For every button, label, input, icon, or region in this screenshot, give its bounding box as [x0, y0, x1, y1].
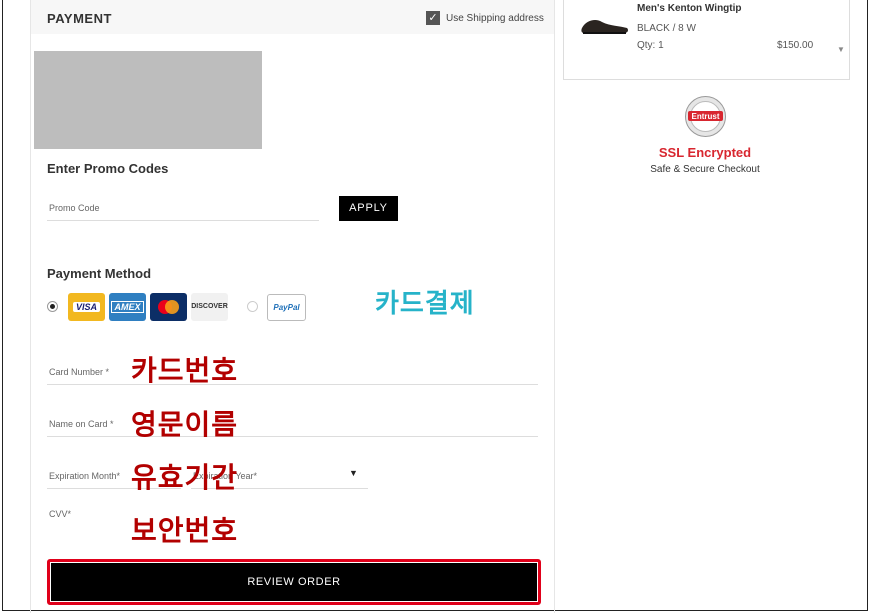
amex-label: AMEX	[111, 301, 144, 313]
card-number-field[interactable]: Card Number *	[47, 363, 538, 385]
use-shipping-label[interactable]: Use Shipping address	[446, 13, 544, 24]
payment-method-title: Payment Method	[47, 266, 152, 281]
payment-panel: PAYMENT ✓ Use Shipping address Enter Pro…	[30, 0, 555, 613]
visa-label: VISA	[72, 302, 100, 312]
name-on-card-label: Name on Card *	[49, 419, 114, 429]
entrust-seal-icon: Entrust	[685, 96, 726, 137]
english-name-annotation: 영문이름	[131, 408, 239, 441]
card-number-annotation: 카드번호	[131, 354, 239, 387]
discover-card-icon: DISCOVER	[191, 293, 228, 321]
promo-code-placeholder: Promo Code	[49, 203, 100, 213]
payment-title: PAYMENT	[47, 11, 112, 26]
review-order-button[interactable]: REVIEW ORDER	[51, 563, 537, 601]
scroll-down-icon[interactable]: ▼	[837, 45, 845, 54]
promo-title: Enter Promo Codes	[47, 161, 169, 176]
promo-code-input[interactable]: Promo Code	[47, 197, 319, 221]
visa-card-icon: VISA	[68, 293, 105, 321]
shoe-image	[581, 20, 628, 34]
seal-text: Entrust	[692, 112, 720, 121]
paypal-method-radio[interactable]	[247, 301, 258, 312]
card-payment-annotation: 카드결제	[375, 289, 475, 319]
product-qty: Qty: 1	[637, 40, 664, 51]
expiry-annotation: 유효기간	[131, 461, 239, 494]
card-method-radio[interactable]	[47, 301, 58, 312]
use-shipping-checkbox[interactable]: ✓	[426, 11, 440, 25]
paypal-label: PayPal	[273, 303, 300, 312]
amex-card-icon: AMEX	[109, 293, 146, 321]
card-number-label: Card Number *	[49, 367, 110, 377]
discover-label: DISCOVER	[191, 303, 228, 310]
order-summary-item: Men's Kenton Wingtip BLACK / 8 W Qty: 1 …	[563, 0, 850, 80]
mastercard-icon	[150, 293, 187, 321]
payment-header: PAYMENT ✓ Use Shipping address	[31, 0, 554, 34]
cvv-label: CVV*	[49, 509, 72, 519]
name-on-card-field[interactable]: Name on Card *	[47, 415, 538, 437]
ssl-subtitle: Safe & Secure Checkout	[650, 164, 760, 175]
apply-button[interactable]: APPLY	[339, 196, 398, 221]
chevron-down-icon[interactable]: ▼	[349, 468, 358, 478]
paypal-icon[interactable]: PayPal	[267, 294, 306, 321]
security-code-annotation: 보안번호	[131, 514, 239, 547]
product-name: Men's Kenton Wingtip	[637, 3, 742, 14]
image-placeholder	[34, 51, 262, 149]
product-variant: BLACK / 8 W	[637, 23, 696, 34]
expiration-month-label: Expiration Month*	[49, 471, 121, 481]
mastercard-circles	[158, 300, 179, 314]
ssl-title: SSL Encrypted	[658, 145, 752, 160]
product-price: $150.00	[777, 40, 814, 51]
